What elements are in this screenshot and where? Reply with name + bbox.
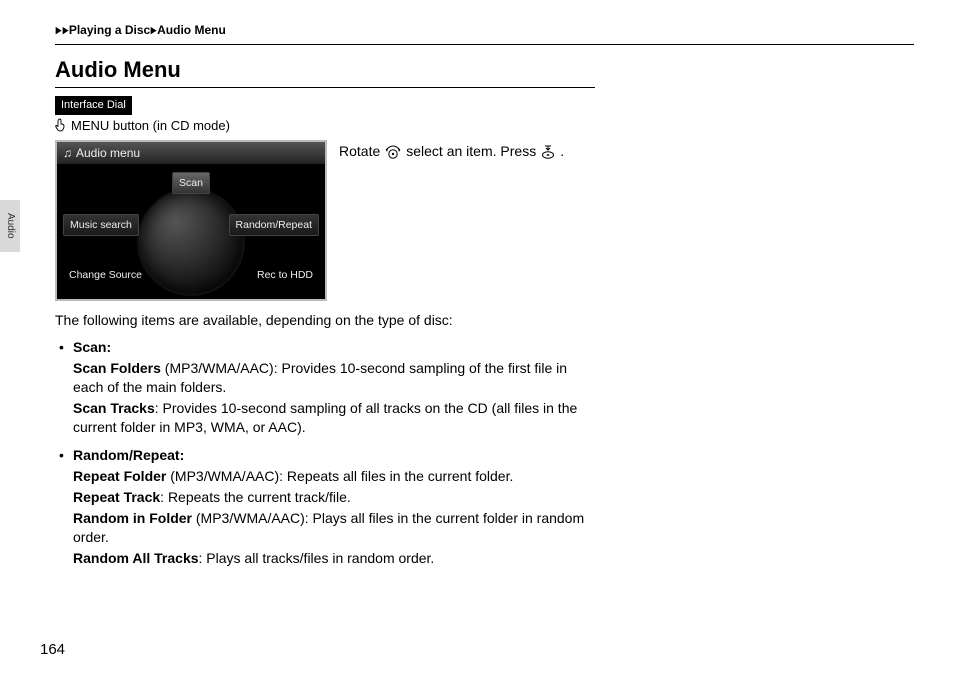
- screen-option-scan: Scan: [172, 172, 210, 194]
- device-screenshot: ♫ Audio menu Scan Music search Random/Re…: [55, 140, 327, 301]
- breadcrumb: ▶ ▶ Playing a Disc ▶ Audio Menu: [55, 22, 226, 38]
- breadcrumb-item: Audio Menu: [157, 22, 226, 38]
- repeat-track-label: Repeat Track: [73, 489, 160, 505]
- scan-folders-label: Scan Folders: [73, 360, 161, 376]
- chevron-right-icon: ▶: [56, 24, 62, 36]
- rotate-icon: [384, 144, 402, 160]
- menu-button-text: MENU button (in CD mode): [71, 117, 230, 135]
- screen-option-music-search: Music search: [63, 214, 139, 236]
- repeat-folder-label: Repeat Folder: [73, 468, 166, 484]
- random-all-tracks-text: : Plays all tracks/files in random order…: [199, 550, 435, 566]
- item-scan-head: Scan:: [73, 339, 111, 355]
- page-number: 164: [40, 640, 65, 660]
- intro-text: The following items are available, depen…: [55, 311, 595, 330]
- scan-tracks-label: Scan Tracks: [73, 400, 155, 416]
- screen-titlebar: ♫ Audio menu: [57, 142, 325, 164]
- chevron-right-icon: ▶: [151, 24, 157, 36]
- instr-mid: select an item. Press: [406, 142, 536, 161]
- instr-post: .: [560, 142, 564, 161]
- instr-pre: Rotate: [339, 142, 380, 161]
- press-icon: [540, 144, 556, 160]
- dial-graphic: [137, 188, 245, 296]
- screen-option-change-source: Change Source: [63, 265, 148, 285]
- screen-title: Audio menu: [76, 142, 140, 164]
- random-all-tracks-label: Random All Tracks: [73, 550, 199, 566]
- item-random-repeat: Random/Repeat: Repeat Folder (MP3/WMA/AA…: [55, 446, 595, 567]
- note-icon: ♫: [63, 142, 72, 164]
- item-scan: Scan: Scan Folders (MP3/WMA/AAC): Provid…: [55, 338, 595, 436]
- interface-dial-badge: Interface Dial: [55, 96, 132, 115]
- item-rr-head: Random/Repeat:: [73, 447, 184, 463]
- chevron-right-icon: ▶: [63, 24, 69, 36]
- repeat-folder-text: (MP3/WMA/AAC): Repeats all files in the …: [166, 468, 513, 484]
- finger-icon: [55, 118, 67, 132]
- repeat-track-text: : Repeats the current track/file.: [160, 489, 351, 505]
- instruction-line: Rotate select an item. Press: [339, 140, 564, 161]
- breadcrumb-bar: ▶ ▶ Playing a Disc ▶ Audio Menu: [55, 20, 914, 45]
- page-title: Audio Menu: [55, 55, 595, 88]
- screen-option-random-repeat: Random/Repeat: [229, 214, 319, 236]
- screen-option-rec-to-hdd: Rec to HDD: [251, 265, 319, 285]
- random-in-folder-label: Random in Folder: [73, 510, 192, 526]
- menu-button-line: MENU button (in CD mode): [55, 117, 595, 135]
- breadcrumb-item: Playing a Disc: [69, 22, 150, 38]
